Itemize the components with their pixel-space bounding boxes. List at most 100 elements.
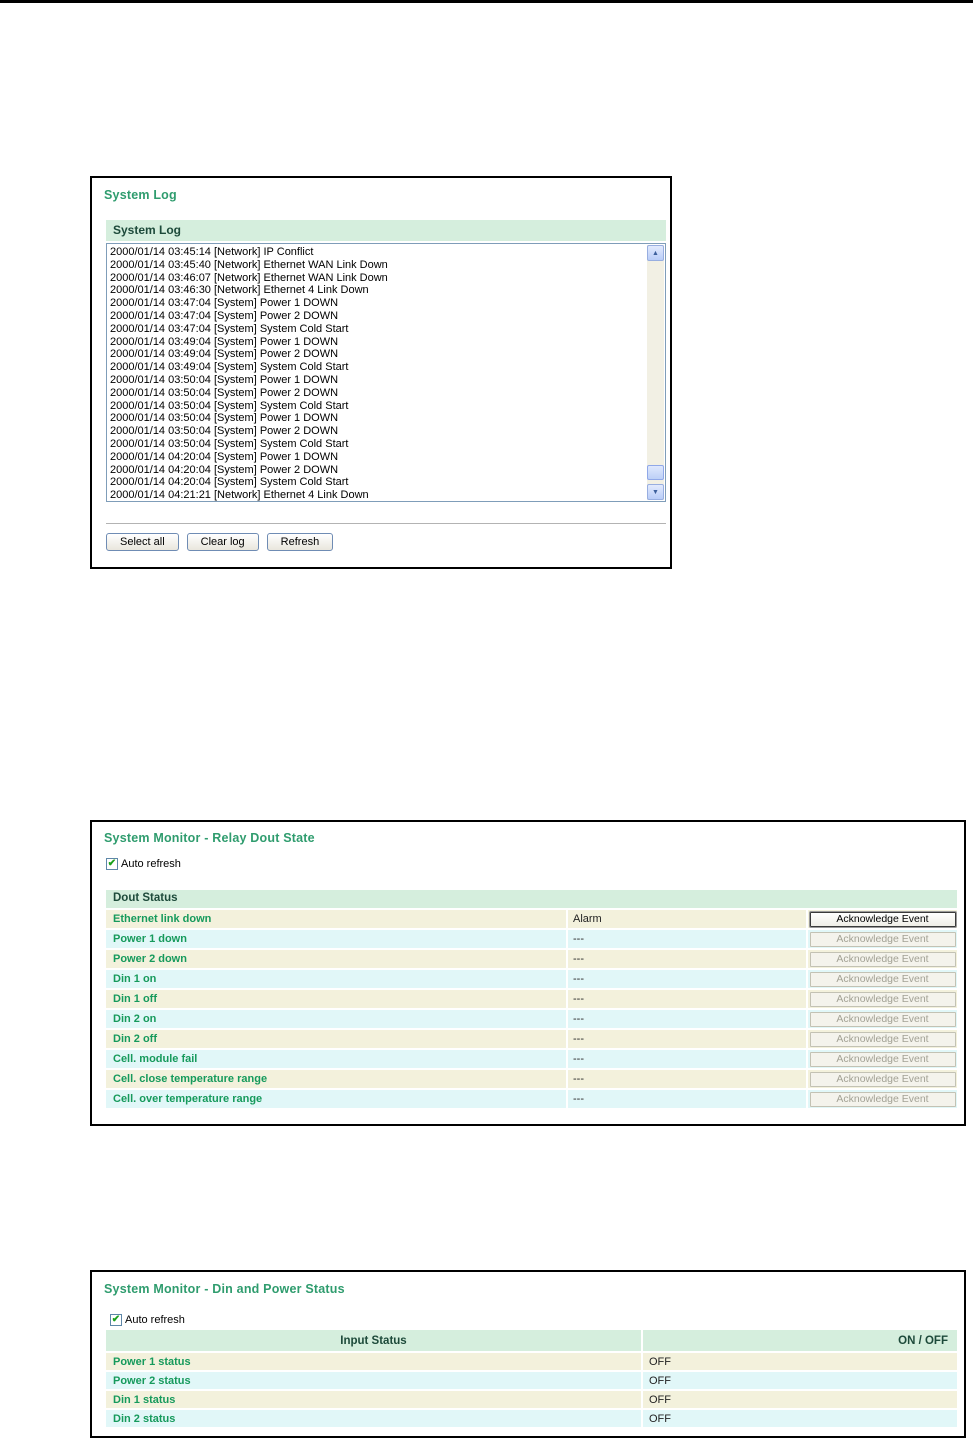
dout-event-label: Power 2 down — [106, 950, 566, 968]
input-label: Power 1 status — [106, 1353, 641, 1370]
dout-event-label: Din 2 off — [106, 1030, 566, 1048]
log-list: 2000/01/14 03:45:14 [Network] IP Conflic… — [107, 244, 665, 501]
scroll-up-button[interactable]: ▲ — [647, 245, 664, 261]
column-header-on-off: ON / OFF — [643, 1330, 957, 1351]
log-entry[interactable]: 2000/01/14 03:50:04 [System] Power 1 DOW… — [110, 374, 665, 387]
input-label: Din 1 status — [106, 1391, 641, 1408]
acknowledge-event-button[interactable]: Acknowledge Event — [809, 991, 956, 1007]
log-entry[interactable]: 2000/01/14 03:45:14 [Network] IP Conflic… — [110, 246, 665, 259]
table-row: Power 1 status OFF — [106, 1353, 957, 1370]
acknowledge-event-button[interactable]: Acknowledge Event — [809, 951, 956, 967]
acknowledge-event-button[interactable]: Acknowledge Event — [809, 931, 956, 947]
log-entry[interactable]: 2000/01/14 04:20:04 [System] Power 2 DOW… — [110, 464, 665, 477]
dout-status-value: --- — [568, 1030, 806, 1048]
scrollbar[interactable]: ▲ ▼ — [647, 245, 664, 500]
table-row: Din 1 off --- Acknowledge Event — [106, 990, 957, 1008]
table-row: Din 2 on --- Acknowledge Event — [106, 1010, 957, 1028]
select-all-button[interactable]: Select all — [106, 533, 179, 551]
log-entry[interactable]: 2000/01/14 03:45:40 [Network] Ethernet W… — [110, 259, 665, 272]
auto-refresh-label: Auto refresh — [121, 858, 181, 870]
dout-action-cell: Acknowledge Event — [808, 950, 957, 968]
log-entry[interactable]: 2000/01/14 03:50:04 [System] Power 1 DOW… — [110, 412, 665, 425]
page-top-border — [0, 0, 973, 3]
dout-rows: Ethernet link down Alarm Acknowledge Eve… — [106, 910, 957, 1108]
acknowledge-event-button[interactable]: Acknowledge Event — [809, 971, 956, 987]
dout-action-cell: Acknowledge Event — [808, 990, 957, 1008]
log-entry[interactable]: 2000/01/14 04:21:21 [Network] Ethernet 4… — [110, 489, 665, 501]
dout-action-cell: Acknowledge Event — [808, 1090, 957, 1108]
column-header-input-status: Input Status — [106, 1330, 641, 1351]
dout-event-label: Din 1 off — [106, 990, 566, 1008]
table-row: Power 1 down --- Acknowledge Event — [106, 930, 957, 948]
input-value: OFF — [643, 1410, 957, 1427]
auto-refresh-checkbox[interactable] — [106, 858, 118, 870]
dout-status-value: --- — [568, 1090, 806, 1108]
dout-status-value: Alarm — [568, 910, 806, 928]
table-row: Din 2 off --- Acknowledge Event — [106, 1030, 957, 1048]
log-entry[interactable]: 2000/01/14 03:46:30 [Network] Ethernet 4… — [110, 284, 665, 297]
acknowledge-event-button[interactable]: Acknowledge Event — [809, 1011, 956, 1027]
table-header: Dout Status — [106, 890, 957, 908]
dout-status-value: --- — [568, 1010, 806, 1028]
log-entry[interactable]: 2000/01/14 03:50:04 [System] System Cold… — [110, 400, 665, 413]
acknowledge-event-button[interactable]: Acknowledge Event — [809, 1091, 956, 1107]
dout-action-cell: Acknowledge Event — [808, 930, 957, 948]
input-value: OFF — [643, 1353, 957, 1370]
scrollbar-thumb[interactable] — [647, 465, 664, 480]
auto-refresh-checkbox[interactable] — [110, 1314, 122, 1326]
dout-event-label: Cell. close temperature range — [106, 1070, 566, 1088]
acknowledge-event-button[interactable]: Acknowledge Event — [809, 1071, 956, 1087]
log-entry[interactable]: 2000/01/14 04:20:04 [System] Power 1 DOW… — [110, 451, 665, 464]
dout-action-cell: Acknowledge Event — [808, 1030, 957, 1048]
refresh-button[interactable]: Refresh — [266, 533, 334, 551]
input-label: Power 2 status — [106, 1372, 641, 1389]
relay-dout-panel: System Monitor - Relay Dout State Auto r… — [90, 820, 966, 1126]
log-entry[interactable]: 2000/01/14 03:50:04 [System] System Cold… — [110, 438, 665, 451]
table-row: Din 1 on --- Acknowledge Event — [106, 970, 957, 988]
log-entry[interactable]: 2000/01/14 03:46:07 [Network] Ethernet W… — [110, 272, 665, 285]
input-label: Din 2 status — [106, 1410, 641, 1427]
dout-event-label: Cell. module fail — [106, 1050, 566, 1068]
acknowledge-event-button[interactable]: Acknowledge Event — [809, 1031, 956, 1047]
dout-action-cell: Acknowledge Event — [808, 970, 957, 988]
input-rows: Power 1 status OFF Power 2 status OFF Di… — [106, 1353, 957, 1427]
input-status-table: Input Status ON / OFF Power 1 status OFF… — [106, 1330, 957, 1429]
scroll-down-button[interactable]: ▼ — [647, 484, 664, 500]
log-entry[interactable]: 2000/01/14 04:20:04 [System] System Cold… — [110, 476, 665, 489]
dout-status-value: --- — [568, 930, 806, 948]
system-log-listbox[interactable]: 2000/01/14 03:45:14 [Network] IP Conflic… — [106, 243, 666, 502]
dout-action-cell: Acknowledge Event — [808, 1010, 957, 1028]
log-actions: Select all Clear log Refresh — [106, 533, 334, 551]
log-entry[interactable]: 2000/01/14 03:49:04 [System] Power 1 DOW… — [110, 336, 665, 349]
dout-action-cell: Acknowledge Event — [808, 910, 957, 928]
dout-event-label: Din 2 on — [106, 1010, 566, 1028]
arrow-up-icon: ▲ — [652, 249, 659, 257]
table-row: Power 2 down --- Acknowledge Event — [106, 950, 957, 968]
clear-log-button[interactable]: Clear log — [186, 533, 259, 551]
input-value: OFF — [643, 1391, 957, 1408]
system-log-panel: System Log System Log 2000/01/14 03:45:1… — [90, 176, 672, 569]
arrow-down-icon: ▼ — [652, 488, 659, 496]
log-entry[interactable]: 2000/01/14 03:47:04 [System] System Cold… — [110, 323, 665, 336]
dout-status-value: --- — [568, 1070, 806, 1088]
log-entry[interactable]: 2000/01/14 03:50:04 [System] Power 2 DOW… — [110, 387, 665, 400]
divider — [106, 523, 666, 524]
log-entry[interactable]: 2000/01/14 03:49:04 [System] System Cold… — [110, 361, 665, 374]
section-header: System Log — [106, 220, 666, 241]
log-entry[interactable]: 2000/01/14 03:50:04 [System] Power 2 DOW… — [110, 425, 665, 438]
dout-status-table: Dout Status Ethernet link down Alarm Ack… — [106, 890, 957, 1110]
page-title: System Monitor - Din and Power Status — [104, 1282, 345, 1296]
dout-status-value: --- — [568, 970, 806, 988]
table-row: Din 1 status OFF — [106, 1391, 957, 1408]
log-entry[interactable]: 2000/01/14 03:47:04 [System] Power 2 DOW… — [110, 310, 665, 323]
dout-event-label: Ethernet link down — [106, 910, 566, 928]
table-row: Power 2 status OFF — [106, 1372, 957, 1389]
acknowledge-event-button[interactable]: Acknowledge Event — [809, 1051, 956, 1067]
auto-refresh: Auto refresh — [110, 1314, 185, 1326]
dout-action-cell: Acknowledge Event — [808, 1050, 957, 1068]
table-row: Cell. over temperature range --- Acknowl… — [106, 1090, 957, 1108]
dout-event-label: Din 1 on — [106, 970, 566, 988]
log-entry[interactable]: 2000/01/14 03:49:04 [System] Power 2 DOW… — [110, 348, 665, 361]
log-entry[interactable]: 2000/01/14 03:47:04 [System] Power 1 DOW… — [110, 297, 665, 310]
acknowledge-event-button[interactable]: Acknowledge Event — [809, 911, 956, 927]
